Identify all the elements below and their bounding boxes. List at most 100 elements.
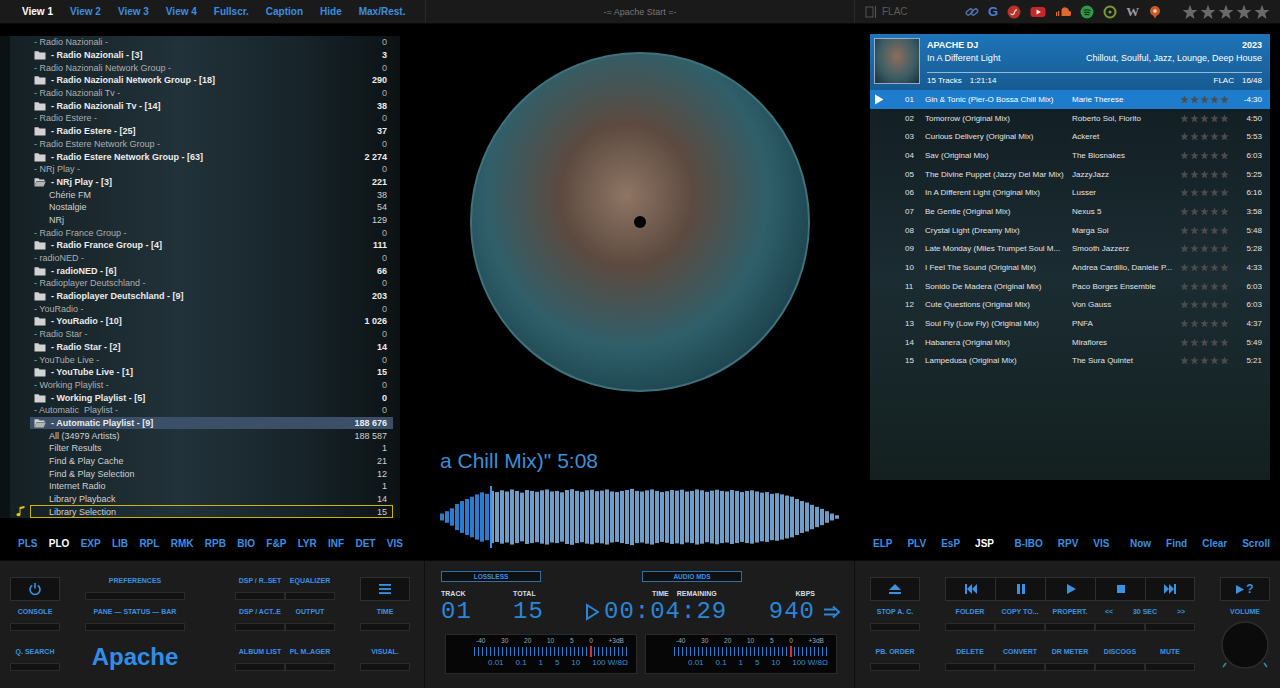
track-rating[interactable] (1180, 356, 1232, 365)
playlist-row[interactable]: 04Sav (Original Mix)The Biosnakes6:03 (870, 146, 1270, 165)
tree-row[interactable]: - Radio Nazionali Network Group - [18]29… (0, 74, 393, 87)
tree-row[interactable]: - NRj Play -0 (0, 163, 393, 176)
control-slot[interactable] (1045, 623, 1095, 631)
control-slot[interactable] (1145, 623, 1195, 631)
star-icon[interactable] (1180, 114, 1189, 123)
help-button[interactable]: ? (1220, 577, 1270, 601)
playlist-row[interactable]: 08Crystal Light (Dreamy Mix)Marga Sol5:4… (870, 221, 1270, 240)
convert-control[interactable]: CONVERT (995, 647, 1045, 671)
star-icon[interactable] (1200, 319, 1209, 328)
tree-item[interactable]: - Radio France Group -0 (30, 226, 393, 239)
control-slot[interactable] (285, 592, 335, 600)
panel-tab[interactable]: LIB (112, 538, 128, 549)
tree-row[interactable]: - Radio Estere -0 (0, 112, 393, 125)
time-control[interactable]: TIME (360, 607, 410, 631)
tree-row[interactable]: - Automatic Playlist -0 (0, 404, 393, 417)
star-icon[interactable] (1210, 338, 1219, 347)
volume-knob[interactable] (1220, 620, 1270, 670)
arrow-right-icon[interactable] (823, 605, 841, 619)
panel-tab[interactable]: VIS (387, 538, 403, 549)
panel-tab[interactable]: VIS (1093, 538, 1109, 549)
control-slot[interactable] (870, 663, 920, 671)
tree-row[interactable]: - Radio Nazionali Tv -0 (0, 87, 393, 100)
panel-tab[interactable]: RPL (139, 538, 159, 549)
control-slot[interactable] (870, 623, 920, 631)
star-icon[interactable] (1236, 4, 1252, 20)
track-rating[interactable] (1180, 188, 1232, 197)
tree-item[interactable]: - Radio Nazionali - [3]3 (30, 49, 393, 62)
star-icon[interactable] (1180, 282, 1189, 291)
copy-to-control[interactable]: COPY TO... (995, 607, 1045, 631)
panel-tab[interactable]: Find (1166, 538, 1187, 549)
star-icon[interactable] (1190, 132, 1199, 141)
tree-item[interactable]: - YouTube Live - [1]15 (30, 366, 393, 379)
tree-item[interactable]: - Radio Nazionali Tv -0 (30, 87, 393, 100)
panel-tab[interactable]: Now (1130, 538, 1151, 549)
playlist-row[interactable]: 09Late Monday (Miles Trumpet Soul M...Sm… (870, 240, 1270, 259)
star-icon[interactable] (1190, 114, 1199, 123)
ring-icon[interactable] (1103, 5, 1117, 19)
tree-row[interactable]: - Radio Estere - [25]37 (0, 125, 393, 138)
play-button[interactable] (1045, 577, 1095, 601)
tree-item[interactable]: - Automatic Playlist - [9]188 676 (30, 417, 393, 430)
tree-item[interactable]: - Radio Estere -0 (30, 112, 393, 125)
control-slot[interactable] (235, 592, 285, 600)
tree-item[interactable]: NRj129 (30, 214, 393, 227)
control-slot[interactable] (995, 663, 1045, 671)
star-icon[interactable] (1210, 282, 1219, 291)
star-icon[interactable] (1200, 207, 1209, 216)
control-slot[interactable] (235, 623, 285, 631)
view-tab[interactable]: Caption (266, 6, 303, 17)
tree-row[interactable]: All (34979 Artists)188 587 (0, 429, 393, 442)
star-icon[interactable] (1220, 95, 1229, 104)
star-icon[interactable] (1210, 207, 1219, 216)
control-slot[interactable] (995, 623, 1045, 631)
tree-item[interactable]: Filter Results1 (30, 442, 393, 455)
view-tab[interactable]: Hide (320, 6, 342, 17)
star-icon[interactable] (1180, 207, 1189, 216)
dsp-active-control[interactable]: DSP / ACT..E (235, 607, 285, 631)
star-icon[interactable] (1220, 244, 1229, 253)
star-icon[interactable] (1190, 188, 1199, 197)
control-slot[interactable] (85, 592, 185, 600)
preferences-control[interactable]: PREFERENCES (85, 576, 185, 600)
track-rating[interactable] (1180, 319, 1232, 328)
tree-item[interactable]: - Radio Nazionali -0 (30, 36, 393, 49)
track-rating[interactable] (1180, 95, 1232, 104)
tree-item[interactable]: Nostalgie54 (30, 201, 393, 214)
star-icon[interactable] (1180, 300, 1189, 309)
star-icon[interactable] (1220, 207, 1229, 216)
tree-row[interactable]: - YouTube Live -0 (0, 353, 393, 366)
star-icon[interactable] (1190, 151, 1199, 160)
tree-item[interactable]: - YouTube Live -0 (30, 353, 393, 366)
star-icon[interactable] (1210, 263, 1219, 272)
tree-row[interactable]: Chérie FM38 (0, 188, 393, 201)
pause-button[interactable] (995, 577, 1045, 601)
playback-order-control[interactable]: PB. ORDER (870, 647, 920, 671)
star-icon[interactable] (1220, 188, 1229, 197)
chain-link-icon[interactable] (965, 5, 979, 19)
star-icon[interactable] (1220, 132, 1229, 141)
control-slot[interactable] (235, 663, 285, 671)
tree-item[interactable]: - Radio Estere Network Group -0 (30, 138, 393, 151)
star-icon[interactable] (1210, 319, 1219, 328)
star-icon[interactable] (1180, 356, 1189, 365)
star-icon[interactable] (1180, 132, 1189, 141)
control-slot[interactable] (285, 623, 335, 631)
control-slot[interactable] (1095, 623, 1145, 631)
panel-tab[interactable]: EsP (941, 538, 960, 549)
star-icon[interactable] (1180, 244, 1189, 253)
panel-tab[interactable]: BIO (237, 538, 255, 549)
tree-row[interactable]: Library Selection15 (0, 505, 393, 518)
star-icon[interactable] (1200, 95, 1209, 104)
album-list-control[interactable]: ALBUM LIST (235, 647, 285, 671)
star-icon[interactable] (1200, 244, 1209, 253)
panel-tab[interactable]: ELP (873, 538, 892, 549)
next-button[interactable] (1145, 577, 1195, 601)
spotify-icon[interactable] (1080, 5, 1094, 19)
tree-row[interactable]: NRj129 (0, 214, 393, 227)
tree-item[interactable]: Library Playback14 (30, 493, 393, 506)
star-icon[interactable] (1200, 132, 1209, 141)
panel-tab[interactable]: INF (328, 538, 344, 549)
star-icon[interactable] (1220, 319, 1229, 328)
